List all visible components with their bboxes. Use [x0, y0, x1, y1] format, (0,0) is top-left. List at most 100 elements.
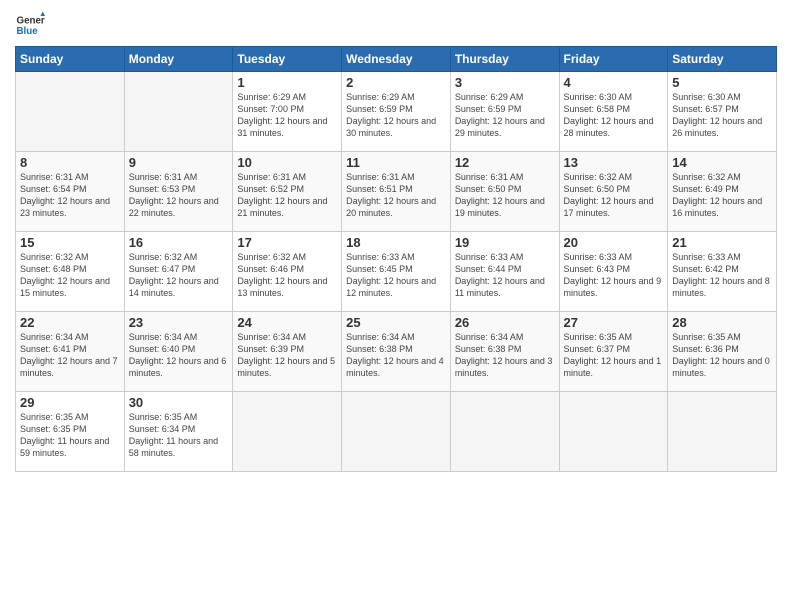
calendar-week-row: 1 Sunrise: 6:29 AMSunset: 7:00 PMDayligh… — [16, 72, 777, 152]
day-of-week-header: Sunday — [16, 47, 125, 72]
day-info: Sunrise: 6:31 AMSunset: 6:50 PMDaylight:… — [455, 171, 555, 220]
calendar-cell: 22 Sunrise: 6:34 AMSunset: 6:41 PMDaylig… — [16, 312, 125, 392]
day-info: Sunrise: 6:31 AMSunset: 6:51 PMDaylight:… — [346, 171, 446, 220]
calendar-cell: 18 Sunrise: 6:33 AMSunset: 6:45 PMDaylig… — [342, 232, 451, 312]
calendar-cell: 17 Sunrise: 6:32 AMSunset: 6:46 PMDaylig… — [233, 232, 342, 312]
day-number: 12 — [455, 155, 555, 170]
day-number: 8 — [20, 155, 120, 170]
calendar-cell: 9 Sunrise: 6:31 AMSunset: 6:53 PMDayligh… — [124, 152, 233, 232]
day-number: 10 — [237, 155, 337, 170]
calendar-cell: 27 Sunrise: 6:35 AMSunset: 6:37 PMDaylig… — [559, 312, 668, 392]
day-number: 11 — [346, 155, 446, 170]
day-number: 19 — [455, 235, 555, 250]
calendar-cell — [450, 392, 559, 472]
calendar-cell: 3 Sunrise: 6:29 AMSunset: 6:59 PMDayligh… — [450, 72, 559, 152]
day-number: 30 — [129, 395, 229, 410]
calendar-week-row: 8 Sunrise: 6:31 AMSunset: 6:54 PMDayligh… — [16, 152, 777, 232]
calendar-cell: 24 Sunrise: 6:34 AMSunset: 6:39 PMDaylig… — [233, 312, 342, 392]
calendar-cell: 14 Sunrise: 6:32 AMSunset: 6:49 PMDaylig… — [668, 152, 777, 232]
day-number: 14 — [672, 155, 772, 170]
day-number: 25 — [346, 315, 446, 330]
day-number: 17 — [237, 235, 337, 250]
day-of-week-header: Wednesday — [342, 47, 451, 72]
calendar-cell: 5 Sunrise: 6:30 AMSunset: 6:57 PMDayligh… — [668, 72, 777, 152]
day-number: 21 — [672, 235, 772, 250]
day-of-week-header: Saturday — [668, 47, 777, 72]
day-number: 20 — [564, 235, 664, 250]
day-info: Sunrise: 6:34 AMSunset: 6:38 PMDaylight:… — [346, 331, 446, 380]
calendar-cell: 30 Sunrise: 6:35 AMSunset: 6:34 PMDaylig… — [124, 392, 233, 472]
calendar-week-row: 22 Sunrise: 6:34 AMSunset: 6:41 PMDaylig… — [16, 312, 777, 392]
calendar-cell: 4 Sunrise: 6:30 AMSunset: 6:58 PMDayligh… — [559, 72, 668, 152]
day-of-week-header: Thursday — [450, 47, 559, 72]
calendar-cell: 8 Sunrise: 6:31 AMSunset: 6:54 PMDayligh… — [16, 152, 125, 232]
calendar-cell: 19 Sunrise: 6:33 AMSunset: 6:44 PMDaylig… — [450, 232, 559, 312]
logo-icon: General Blue — [15, 10, 45, 40]
day-number: 29 — [20, 395, 120, 410]
day-of-week-header: Friday — [559, 47, 668, 72]
day-info: Sunrise: 6:29 AMSunset: 7:00 PMDaylight:… — [237, 91, 337, 140]
calendar-cell: 16 Sunrise: 6:32 AMSunset: 6:47 PMDaylig… — [124, 232, 233, 312]
day-info: Sunrise: 6:33 AMSunset: 6:44 PMDaylight:… — [455, 251, 555, 300]
calendar: SundayMondayTuesdayWednesdayThursdayFrid… — [15, 46, 777, 472]
day-number: 1 — [237, 75, 337, 90]
svg-text:Blue: Blue — [17, 26, 39, 37]
calendar-cell: 11 Sunrise: 6:31 AMSunset: 6:51 PMDaylig… — [342, 152, 451, 232]
day-info: Sunrise: 6:33 AMSunset: 6:43 PMDaylight:… — [564, 251, 664, 300]
calendar-cell: 1 Sunrise: 6:29 AMSunset: 7:00 PMDayligh… — [233, 72, 342, 152]
day-info: Sunrise: 6:32 AMSunset: 6:49 PMDaylight:… — [672, 171, 772, 220]
day-of-week-header: Monday — [124, 47, 233, 72]
day-number: 18 — [346, 235, 446, 250]
main-container: General Blue SundayMondayTuesdayWednesda… — [0, 0, 792, 612]
day-number: 23 — [129, 315, 229, 330]
day-info: Sunrise: 6:32 AMSunset: 6:46 PMDaylight:… — [237, 251, 337, 300]
day-number: 4 — [564, 75, 664, 90]
calendar-cell: 20 Sunrise: 6:33 AMSunset: 6:43 PMDaylig… — [559, 232, 668, 312]
day-number: 28 — [672, 315, 772, 330]
day-number: 15 — [20, 235, 120, 250]
day-info: Sunrise: 6:34 AMSunset: 6:38 PMDaylight:… — [455, 331, 555, 380]
calendar-cell: 23 Sunrise: 6:34 AMSunset: 6:40 PMDaylig… — [124, 312, 233, 392]
calendar-cell: 25 Sunrise: 6:34 AMSunset: 6:38 PMDaylig… — [342, 312, 451, 392]
day-info: Sunrise: 6:29 AMSunset: 6:59 PMDaylight:… — [346, 91, 446, 140]
day-info: Sunrise: 6:30 AMSunset: 6:58 PMDaylight:… — [564, 91, 664, 140]
calendar-cell: 2 Sunrise: 6:29 AMSunset: 6:59 PMDayligh… — [342, 72, 451, 152]
day-number: 5 — [672, 75, 772, 90]
calendar-week-row: 29 Sunrise: 6:35 AMSunset: 6:35 PMDaylig… — [16, 392, 777, 472]
svg-text:General: General — [17, 16, 46, 27]
calendar-cell — [233, 392, 342, 472]
day-number: 9 — [129, 155, 229, 170]
calendar-cell — [668, 392, 777, 472]
day-info: Sunrise: 6:35 AMSunset: 6:36 PMDaylight:… — [672, 331, 772, 380]
calendar-cell — [559, 392, 668, 472]
day-info: Sunrise: 6:33 AMSunset: 6:42 PMDaylight:… — [672, 251, 772, 300]
calendar-cell: 12 Sunrise: 6:31 AMSunset: 6:50 PMDaylig… — [450, 152, 559, 232]
calendar-cell: 29 Sunrise: 6:35 AMSunset: 6:35 PMDaylig… — [16, 392, 125, 472]
day-info: Sunrise: 6:35 AMSunset: 6:37 PMDaylight:… — [564, 331, 664, 380]
day-info: Sunrise: 6:32 AMSunset: 6:47 PMDaylight:… — [129, 251, 229, 300]
calendar-cell — [342, 392, 451, 472]
day-number: 26 — [455, 315, 555, 330]
calendar-cell: 15 Sunrise: 6:32 AMSunset: 6:48 PMDaylig… — [16, 232, 125, 312]
header: General Blue — [15, 10, 777, 40]
day-info: Sunrise: 6:35 AMSunset: 6:35 PMDaylight:… — [20, 411, 120, 460]
day-info: Sunrise: 6:33 AMSunset: 6:45 PMDaylight:… — [346, 251, 446, 300]
day-number: 27 — [564, 315, 664, 330]
calendar-cell: 13 Sunrise: 6:32 AMSunset: 6:50 PMDaylig… — [559, 152, 668, 232]
day-info: Sunrise: 6:29 AMSunset: 6:59 PMDaylight:… — [455, 91, 555, 140]
day-info: Sunrise: 6:31 AMSunset: 6:53 PMDaylight:… — [129, 171, 229, 220]
day-of-week-header: Tuesday — [233, 47, 342, 72]
logo: General Blue — [15, 10, 45, 40]
day-number: 24 — [237, 315, 337, 330]
day-info: Sunrise: 6:34 AMSunset: 6:40 PMDaylight:… — [129, 331, 229, 380]
calendar-week-row: 15 Sunrise: 6:32 AMSunset: 6:48 PMDaylig… — [16, 232, 777, 312]
day-number: 13 — [564, 155, 664, 170]
day-info: Sunrise: 6:34 AMSunset: 6:39 PMDaylight:… — [237, 331, 337, 380]
day-info: Sunrise: 6:32 AMSunset: 6:50 PMDaylight:… — [564, 171, 664, 220]
day-number: 22 — [20, 315, 120, 330]
day-info: Sunrise: 6:34 AMSunset: 6:41 PMDaylight:… — [20, 331, 120, 380]
calendar-cell: 21 Sunrise: 6:33 AMSunset: 6:42 PMDaylig… — [668, 232, 777, 312]
day-info: Sunrise: 6:31 AMSunset: 6:52 PMDaylight:… — [237, 171, 337, 220]
calendar-cell: 28 Sunrise: 6:35 AMSunset: 6:36 PMDaylig… — [668, 312, 777, 392]
day-info: Sunrise: 6:32 AMSunset: 6:48 PMDaylight:… — [20, 251, 120, 300]
